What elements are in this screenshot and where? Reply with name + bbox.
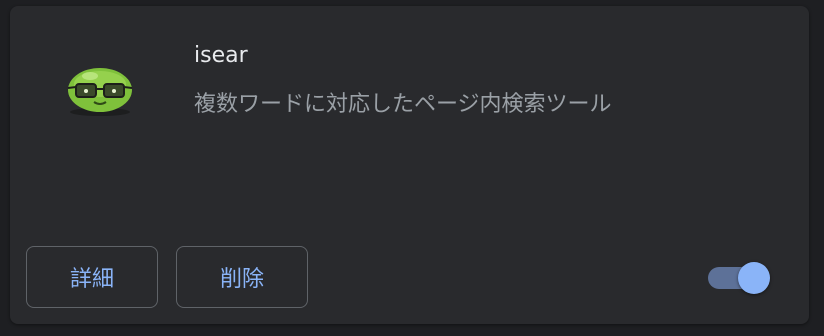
extension-logo-icon [64,60,136,120]
enable-toggle[interactable] [708,262,772,294]
extension-card: isear 複数ワードに対応したページ内検索ツール 詳細 削除 [10,6,809,324]
extension-name: isear [194,43,248,68]
extension-description: 複数ワードに対応したページ内検索ツール [194,92,612,117]
remove-button[interactable]: 削除 [176,246,308,308]
toggle-knob [738,262,770,294]
details-button[interactable]: 詳細 [26,246,158,308]
